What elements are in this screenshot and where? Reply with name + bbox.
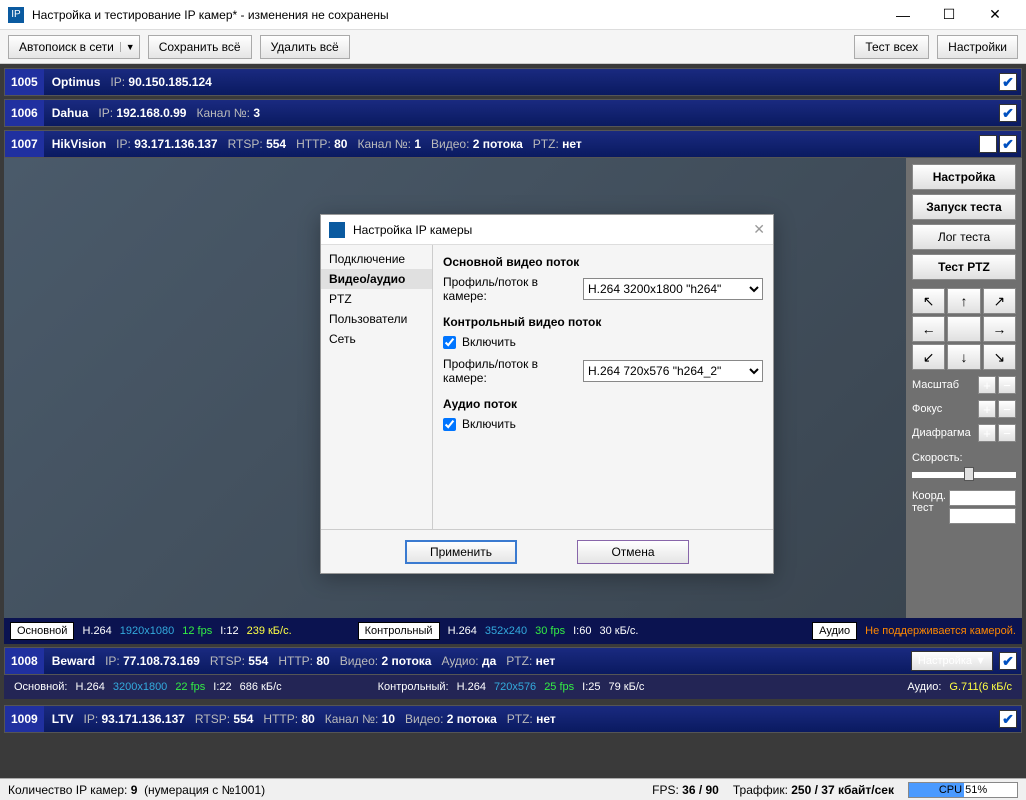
maximize-button[interactable]: ☐ — [926, 0, 972, 30]
setup-button[interactable]: Настройка ▼ — [911, 651, 993, 671]
tab-video-audio[interactable]: Видео/аудио — [321, 269, 432, 289]
tab-users[interactable]: Пользователи — [321, 309, 432, 329]
chevron-down-icon: ▼ — [120, 42, 135, 52]
ptz-down[interactable]: ↓ — [947, 344, 980, 370]
collapse-button[interactable]: ▲ — [979, 135, 997, 153]
camera-row: 1005 Optimus IP: 90.150.185.124 ✔ — [4, 68, 1022, 96]
ptz-right[interactable]: → — [983, 316, 1016, 342]
ptz-up-left[interactable]: ↖ — [912, 288, 945, 314]
camera-enabled-checkbox[interactable]: ✔ — [999, 135, 1017, 153]
tab-ptz[interactable]: PTZ — [321, 289, 432, 309]
camera-header[interactable]: 1006 Dahua IP: 192.168.0.99 Канал №: 3 ✔ — [4, 99, 1022, 127]
ptz-up-right[interactable]: ↗ — [983, 288, 1016, 314]
camera-enabled-checkbox[interactable]: ✔ — [999, 73, 1017, 91]
audio-enable-checkbox[interactable] — [443, 418, 456, 431]
camera-number: 1007 — [5, 131, 44, 157]
tab-network[interactable]: Сеть — [321, 329, 432, 349]
speed-slider[interactable] — [912, 472, 1016, 478]
camera-enabled-checkbox[interactable]: ✔ — [999, 710, 1017, 728]
camera-number: 1008 — [5, 648, 44, 674]
side-panel: Настройка Запуск теста Лог теста Тест PT… — [906, 158, 1022, 618]
ptz-left[interactable]: ← — [912, 316, 945, 342]
apply-button[interactable]: Применить — [405, 540, 517, 564]
audio-not-supported: Не поддерживается камерой. — [865, 625, 1016, 637]
autosearch-button[interactable]: Автопоиск в сети▼ — [8, 35, 140, 59]
ptz-pad: ↖ ↑ ↗ ← → ↙ ↓ ↘ — [912, 288, 1016, 370]
setup-button[interactable]: Настройка — [912, 164, 1016, 190]
save-all-button[interactable]: Сохранить всё — [148, 35, 252, 59]
iris-minus[interactable]: − — [998, 424, 1016, 442]
camera-enabled-checkbox[interactable]: ✔ — [999, 652, 1017, 670]
ptz-center[interactable] — [947, 316, 980, 342]
dialog-titlebar[interactable]: Настройка IP камеры ✕ — [321, 215, 773, 245]
window-title: Настройка и тестирование IP камер* - изм… — [32, 8, 880, 22]
run-test-button[interactable]: Запуск теста — [912, 194, 1016, 220]
main-stream-heading: Основной видео поток — [443, 255, 763, 269]
profile-label: Профиль/поток в камере: — [443, 275, 583, 303]
zoom-minus[interactable]: − — [998, 376, 1016, 394]
substream-info: Основной: H.264 3200x1800 22 fps I:22 68… — [4, 675, 1022, 699]
coord-preset-2[interactable]: 180° 45° 2x — [949, 508, 1016, 524]
test-ptz-button[interactable]: Тест PTZ — [912, 254, 1016, 280]
test-log-button[interactable]: Лог теста — [912, 224, 1016, 250]
camera-row: 1008 Beward IP: 77.108.73.169 RTSP: 554 … — [4, 647, 1022, 699]
camera-number: 1006 — [5, 100, 44, 126]
ctrl-stream-button[interactable]: Контрольный — [358, 622, 440, 640]
ctrl-profile-select[interactable]: H.264 720x576 "h264_2" — [583, 360, 763, 382]
speed-label: Скорость: — [912, 452, 1016, 464]
focus-minus[interactable]: − — [998, 400, 1016, 418]
ptz-up[interactable]: ↑ — [947, 288, 980, 314]
camera-number: 1005 — [5, 69, 44, 95]
camera-header[interactable]: 1008 Beward IP: 77.108.73.169 RTSP: 554 … — [4, 647, 1022, 675]
main-profile-select[interactable]: H.264 3200x1800 "h264" — [583, 278, 763, 300]
ptz-down-left[interactable]: ↙ — [912, 344, 945, 370]
app-icon — [329, 222, 345, 238]
dialog-pane: Основной видео поток Профиль/поток в кам… — [433, 245, 773, 529]
status-bar: Количество IP камер: 9 (нумерация с №100… — [0, 778, 1026, 800]
zoom-plus[interactable]: + — [978, 376, 996, 394]
dialog-tabs: Подключение Видео/аудио PTZ Пользователи… — [321, 245, 433, 529]
app-icon: IP — [8, 7, 24, 23]
delete-all-button[interactable]: Удалить всё — [260, 35, 350, 59]
ptz-down-right[interactable]: ↘ — [983, 344, 1016, 370]
main-stream-button[interactable]: Основной — [10, 622, 74, 640]
toolbar: Автопоиск в сети▼ Сохранить всё Удалить … — [0, 30, 1026, 64]
camera-header[interactable]: 1009 LTV IP: 93.171.136.137 RTSP: 554 HT… — [4, 705, 1022, 733]
dialog-close-button[interactable]: ✕ — [753, 221, 765, 238]
audio-stream-button[interactable]: Аудио — [812, 622, 857, 640]
coord-preset-1[interactable]: 0° 0° 1x — [949, 490, 1016, 506]
cpu-meter: CPU 51% — [908, 782, 1018, 798]
settings-button[interactable]: Настройки — [937, 35, 1018, 59]
stream-bar: Основной H.264 1920x1080 12 fps I:12 239… — [4, 618, 1022, 644]
camera-enabled-checkbox[interactable]: ✔ — [999, 104, 1017, 122]
minimize-button[interactable]: — — [880, 0, 926, 30]
camera-header[interactable]: 1005 Optimus IP: 90.150.185.124 ✔ — [4, 68, 1022, 96]
dialog-title: Настройка IP камеры — [353, 223, 472, 237]
focus-plus[interactable]: + — [978, 400, 996, 418]
tab-connection[interactable]: Подключение — [321, 249, 432, 269]
close-button[interactable]: ✕ — [972, 0, 1018, 30]
camera-settings-dialog: Настройка IP камеры ✕ Подключение Видео/… — [320, 214, 774, 574]
iris-plus[interactable]: + — [978, 424, 996, 442]
ctrl-stream-heading: Контрольный видео поток — [443, 315, 763, 329]
camera-row: 1009 LTV IP: 93.171.136.137 RTSP: 554 HT… — [4, 705, 1022, 733]
audio-stream-heading: Аудио поток — [443, 397, 763, 411]
profile-label: Профиль/поток в камере: — [443, 357, 583, 385]
cancel-button[interactable]: Отмена — [577, 540, 689, 564]
test-all-button[interactable]: Тест всех — [854, 35, 929, 59]
camera-number: 1009 — [5, 706, 44, 732]
camera-row: 1006 Dahua IP: 192.168.0.99 Канал №: 3 ✔ — [4, 99, 1022, 127]
camera-header[interactable]: 1007 HikVision IP: 93.171.136.137 RTSP: … — [4, 130, 1022, 158]
titlebar: IP Настройка и тестирование IP камер* - … — [0, 0, 1026, 30]
ctrl-enable-checkbox[interactable] — [443, 336, 456, 349]
